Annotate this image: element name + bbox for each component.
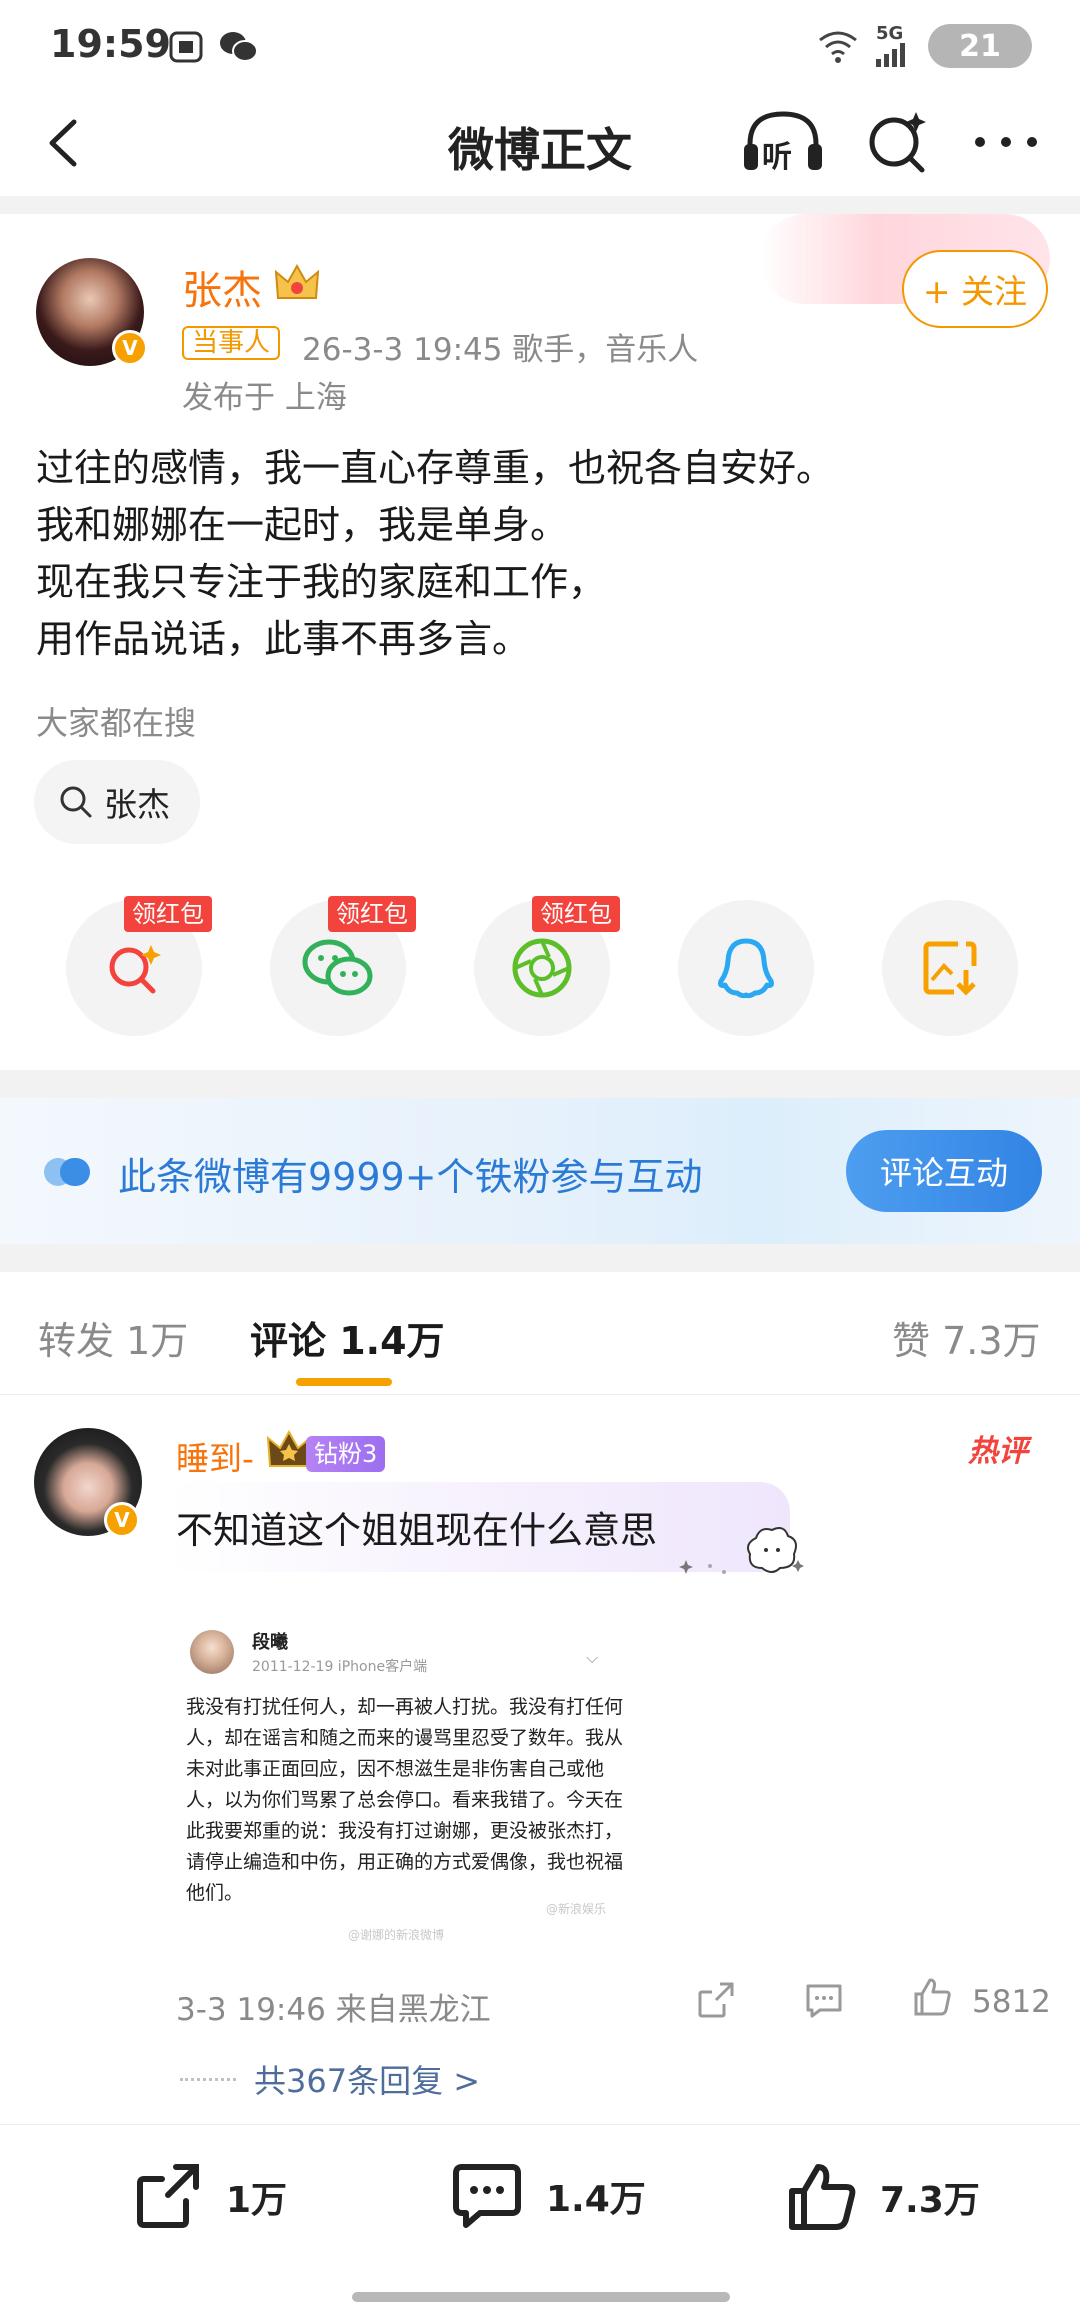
repost-icon	[137, 2164, 199, 2228]
repost-button[interactable]: 1万	[132, 2161, 287, 2233]
fan-level-badge: 钻粉3	[306, 1436, 386, 1472]
dotted-line	[180, 2077, 236, 2081]
red-packet-tag: 领红包	[328, 896, 416, 932]
iron-fans-icon	[44, 1158, 90, 1186]
share-weibo-button[interactable]: 领红包	[66, 896, 212, 1036]
like-icon	[789, 2164, 856, 2230]
quote-name: 段曦	[252, 1632, 288, 1653]
post-body: 过往的感情，我一直心存尊重，也祝各自安好。 我和娜娜在一起时，我是单身。 现在我…	[36, 440, 1046, 668]
comment-time: 3-3 19:46 来自黑龙江	[176, 1992, 491, 2028]
status-icons-right: 5G 21	[816, 24, 1032, 68]
search-icon[interactable]	[858, 102, 938, 182]
wechat-icon	[220, 32, 258, 62]
tab-likes[interactable]: 赞 7.3万	[892, 1310, 1041, 1365]
share-qq-button[interactable]	[678, 900, 814, 1036]
weibo-share-icon	[109, 945, 161, 994]
quote-avatar	[190, 1630, 234, 1674]
wechat-share-icon	[302, 939, 373, 996]
quote-watermark: @新浪娱乐	[546, 1902, 607, 1916]
status-bar: 19:59 5G 21	[0, 0, 1080, 90]
share-moments-button[interactable]: 领红包	[474, 896, 620, 1036]
repost-count: 1万	[226, 2180, 288, 2221]
like-count: 7.3万	[880, 2180, 980, 2221]
battery-icon: 21	[928, 24, 1032, 68]
post-line: 用作品说话，此事不再多言。	[36, 617, 531, 661]
comment-button[interactable]: 1.4万	[450, 2161, 646, 2231]
post-line: 过往的感情，我一直心存尊重，也祝各自安好。	[36, 446, 835, 490]
post-line: 现在我只专注于我的家庭和工作，	[36, 560, 607, 604]
iron-fans-banner: 此条微博有9999+个铁粉参与互动 评论互动	[0, 1098, 1080, 1244]
comment-like-count: 5812	[972, 1984, 1051, 2020]
bottom-action-bar: 1万 1.4万 7.3万	[0, 2124, 1080, 2316]
verified-badge-icon: V	[104, 1502, 140, 1538]
signal-icon	[876, 43, 905, 67]
quote-date: 2011-12-19 iPhone客户端	[252, 1659, 428, 1675]
hot-comment-badge: 热评	[968, 1434, 1028, 1469]
trending-search-label: 大家都在搜	[36, 704, 197, 742]
divider	[0, 196, 1080, 214]
qq-share-icon	[718, 938, 774, 999]
comment-text: 不知道这个姐姐现在什么意思	[176, 1509, 657, 1552]
divider	[0, 1394, 1080, 1395]
trending-search-chip[interactable]: 张杰	[34, 760, 200, 844]
author-name[interactable]: 张杰	[182, 258, 262, 316]
quote-text: 我没有打扰任何人，却一再被人打扰。我没有打任何人，却在谣言和随之而来的谩骂里忍受…	[186, 1696, 624, 1904]
listen-label: 听	[762, 140, 792, 175]
follow-label: + 关注	[922, 272, 1028, 311]
crown-icon	[274, 263, 320, 299]
moments-share-icon	[512, 938, 572, 998]
tab-repost[interactable]: 转发 1万	[38, 1310, 188, 1365]
post-meta: 26-3-3 19:45 歌手，音乐人	[302, 332, 699, 368]
iron-fans-text: 此条微博有9999+个铁粉参与互动	[118, 1155, 703, 1199]
active-tab-indicator	[296, 1378, 392, 1386]
listen-button[interactable]: 听	[738, 102, 828, 182]
tab-comments[interactable]: 评论 1.4万	[250, 1310, 445, 1365]
verified-badge-icon: V	[112, 330, 148, 366]
network-type: 5G	[876, 23, 904, 44]
home-indicator[interactable]	[352, 2292, 730, 2302]
more-icon[interactable]	[966, 102, 1046, 182]
view-replies-link[interactable]: 共367条回复 >	[180, 2056, 480, 2102]
like-button[interactable]: 7.3万	[786, 2161, 980, 2233]
comment-image[interactable]: 段曦 2011-12-19 iPhone客户端 ⌵ 我没有打扰任何人，却一再被人…	[176, 1600, 636, 1946]
post-location: 发布于 上海	[182, 380, 347, 416]
comment-icon[interactable]	[802, 1978, 846, 2022]
wifi-icon	[819, 31, 857, 63]
share-icon[interactable]	[694, 1978, 738, 2022]
post-line: 我和娜娜在一起时，我是单身。	[36, 503, 569, 547]
comment-interact-button[interactable]: 评论互动	[846, 1130, 1042, 1212]
bubble-sticker-icon	[679, 1527, 804, 1574]
search-icon	[60, 786, 92, 818]
quote-watermark: @谢娜的新浪微博	[348, 1928, 445, 1942]
divider	[0, 1070, 1080, 1098]
save-image-button[interactable]	[882, 900, 1018, 1036]
follow-button[interactable]: + 关注	[902, 250, 1048, 328]
comment-count: 1.4万	[546, 2179, 646, 2220]
like-icon[interactable]	[910, 1974, 954, 2018]
commenter-name[interactable]: 睡到-	[176, 1432, 254, 1480]
trending-search-text: 张杰	[104, 785, 170, 824]
status-time: 19:59	[50, 22, 171, 66]
tag-dangshiren: 当事人	[182, 326, 281, 360]
divider	[0, 1244, 1080, 1272]
status-icons-left	[168, 30, 258, 64]
red-packet-tag: 领红包	[124, 896, 212, 932]
red-packet-tag: 领红包	[532, 896, 620, 932]
save-image-icon	[923, 941, 977, 996]
screenshot-icon	[169, 31, 203, 63]
chevron-down-icon: ⌵	[586, 1648, 599, 1667]
nav-bar: 微博正文 听	[0, 90, 1080, 200]
share-wechat-button[interactable]: 领红包	[270, 896, 416, 1036]
comment-icon	[453, 2164, 521, 2228]
replies-text: 共367条回复 >	[254, 2062, 481, 2100]
